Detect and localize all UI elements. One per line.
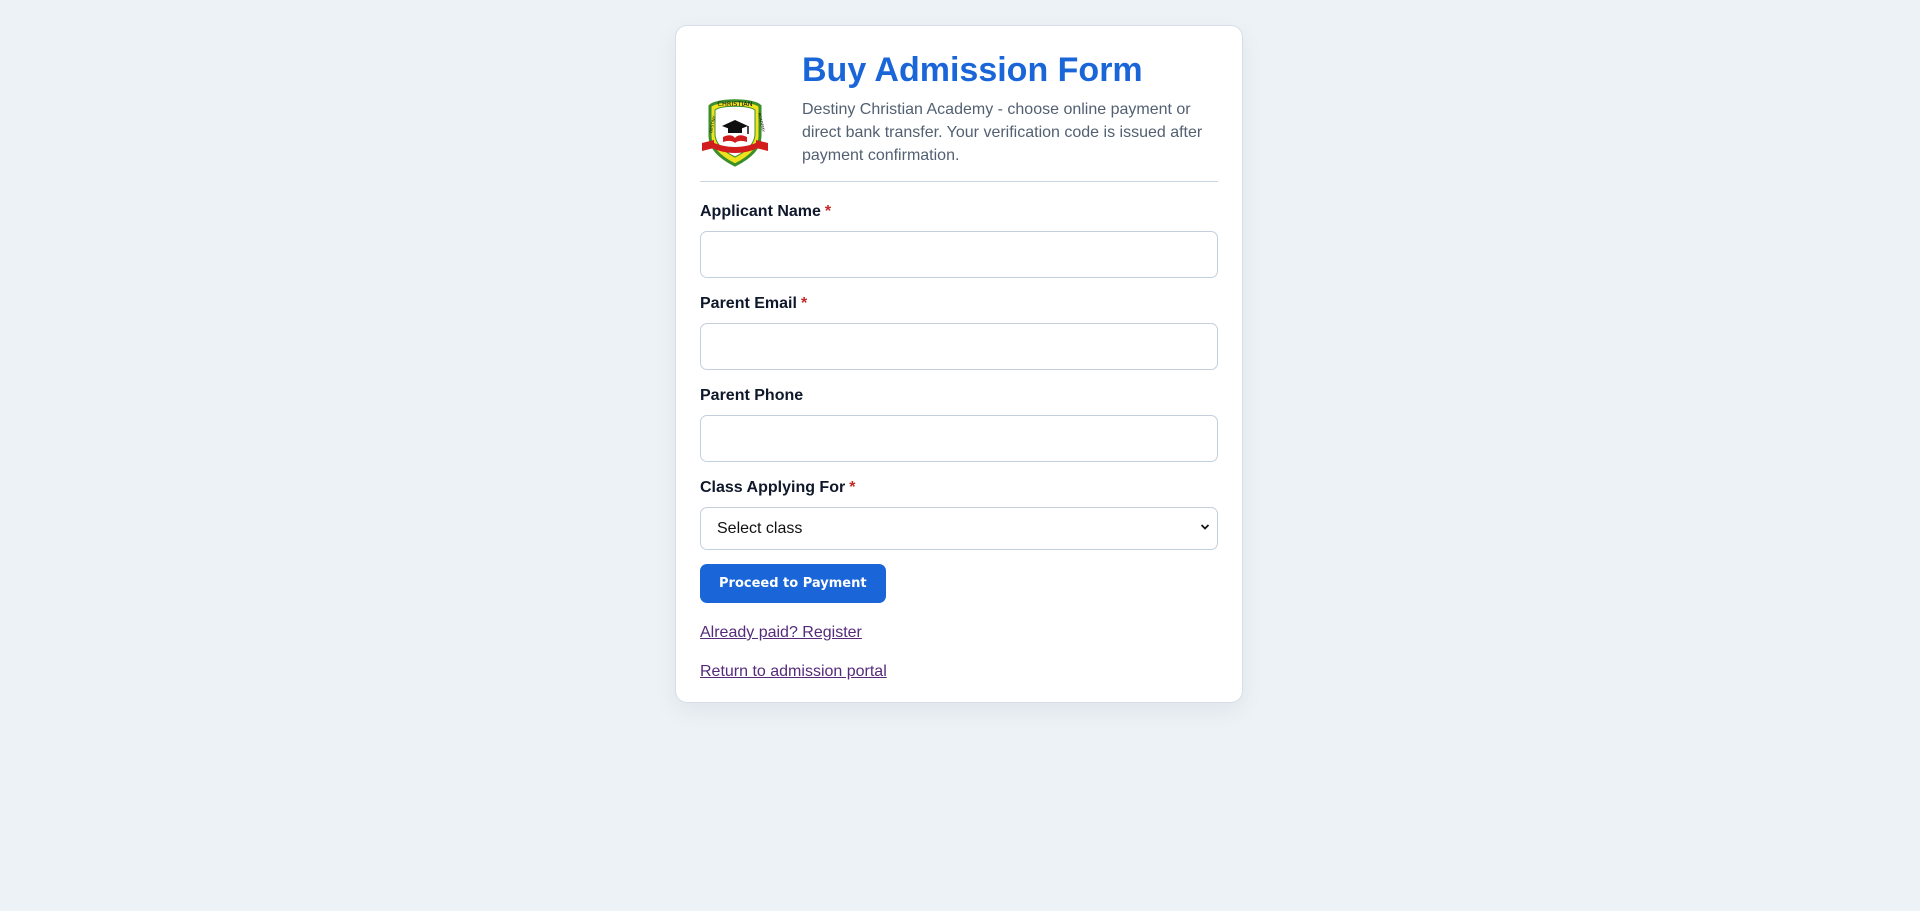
admission-form-card: CHRISTIAN DESTINY ACADEMY Buy Admission … xyxy=(675,25,1243,703)
already-paid-register-link[interactable]: Already paid? Register xyxy=(700,623,1218,643)
form-header: CHRISTIAN DESTINY ACADEMY Buy Admission … xyxy=(700,50,1218,182)
school-crest-logo: CHRISTIAN DESTINY ACADEMY xyxy=(702,99,768,167)
return-to-portal-link[interactable]: Return to admission portal xyxy=(700,662,1218,682)
page-subtitle: Destiny Christian Academy - choose onlin… xyxy=(802,101,1203,164)
class-select-dropdown[interactable]: Select class xyxy=(700,507,1218,550)
applicant-name-input[interactable] xyxy=(700,231,1218,278)
chevron-down-icon xyxy=(1200,524,1210,530)
parent-email-label: Parent Email * xyxy=(700,295,808,312)
required-asterisk: * xyxy=(824,203,832,220)
required-asterisk: * xyxy=(849,479,856,496)
parent-phone-input[interactable] xyxy=(700,415,1218,462)
parent-email-field: Parent Email * xyxy=(700,294,1218,370)
parent-email-input[interactable] xyxy=(700,323,1218,370)
parent-phone-label: Parent Phone xyxy=(700,387,804,404)
applicant-name-label: Applicant Name * xyxy=(700,203,832,220)
parent-phone-field: Parent Phone xyxy=(700,386,1218,462)
class-select-value: Select class xyxy=(717,519,803,537)
page-title: Buy Admission Form xyxy=(802,51,1143,89)
class-applying-field: Class Applying For * Select class xyxy=(700,478,1218,550)
class-applying-label: Class Applying For * xyxy=(700,479,856,496)
header-text-block: Buy Admission Form Destiny Christian Aca… xyxy=(802,50,1218,167)
applicant-name-field: Applicant Name * xyxy=(700,202,1218,278)
proceed-to-payment-button[interactable]: Proceed to Payment xyxy=(700,564,886,603)
required-asterisk: * xyxy=(800,295,808,312)
crest-top-text: CHRISTIAN xyxy=(717,100,752,108)
